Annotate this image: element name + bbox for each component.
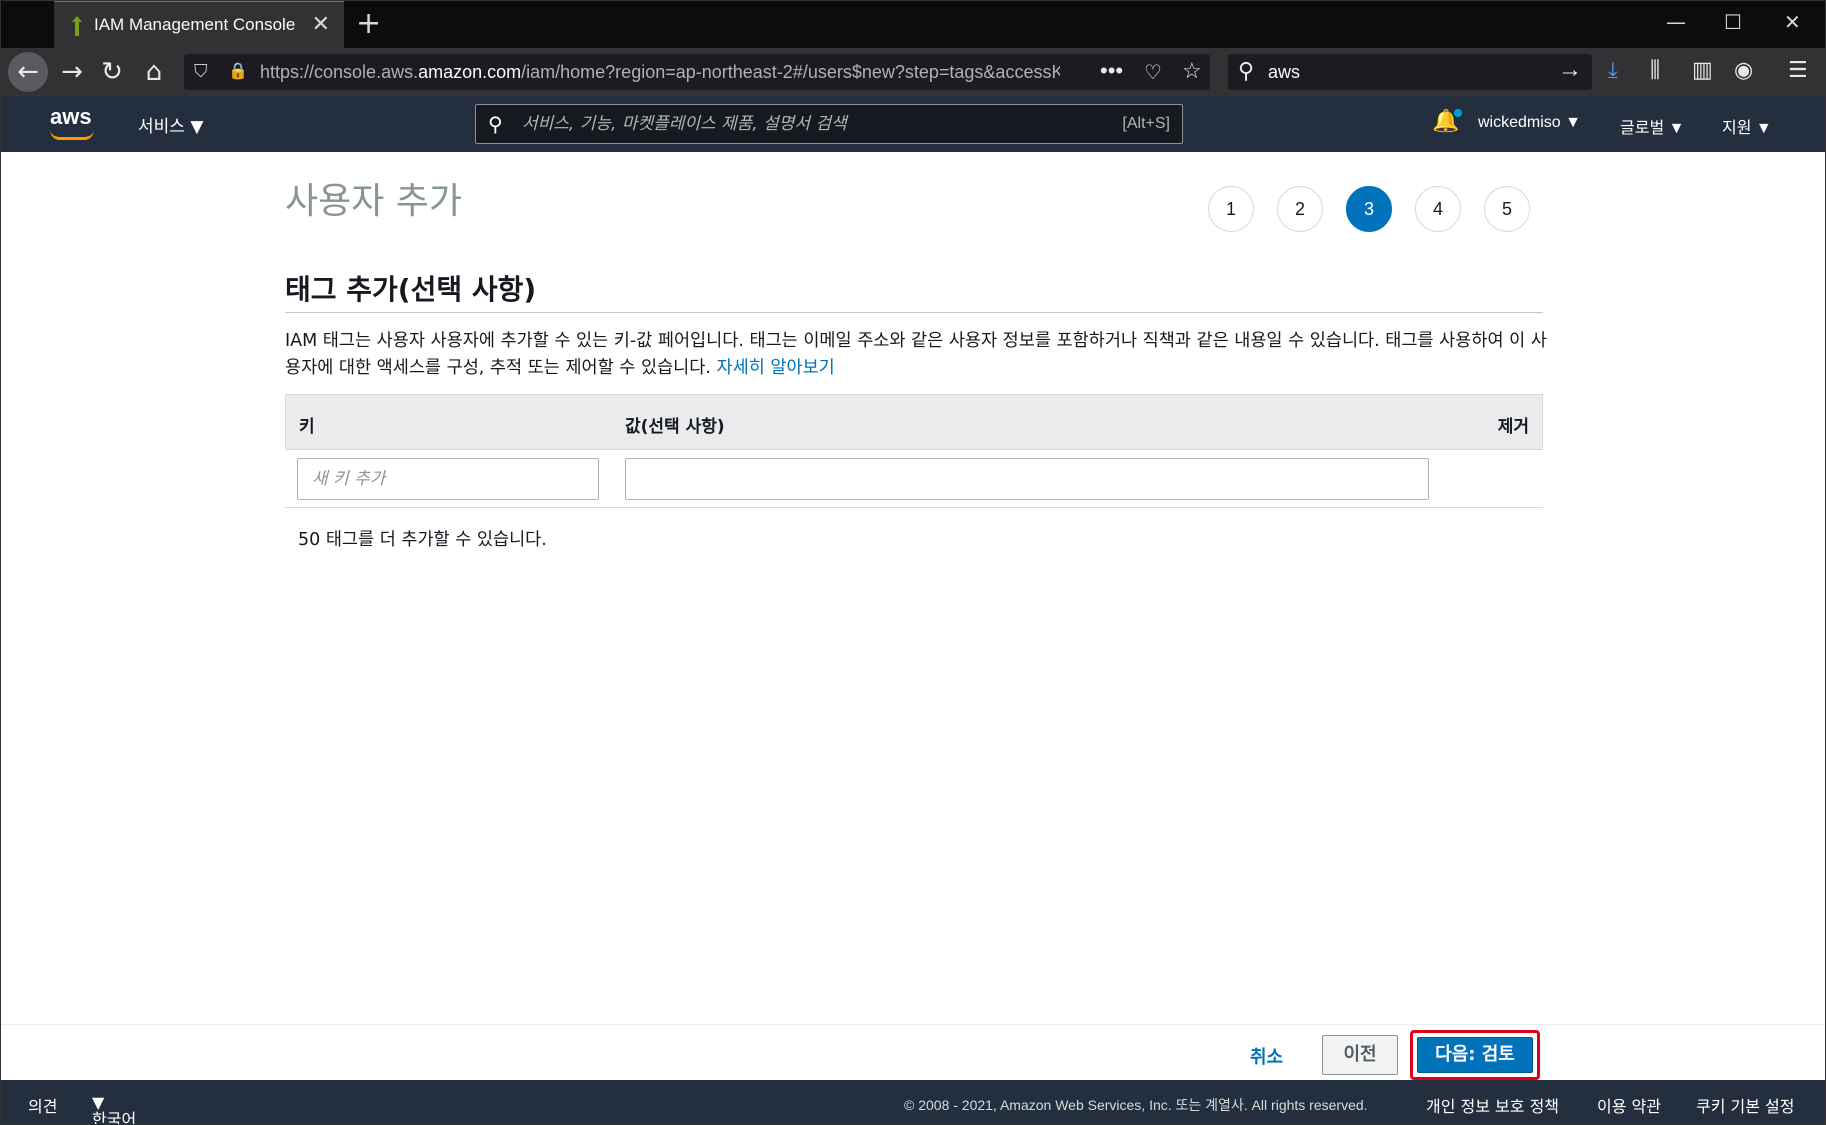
pocket-icon[interactable]: ♡	[1144, 60, 1162, 85]
tag-key-input[interactable]	[297, 458, 599, 500]
bookmark-star-icon[interactable]: ☆	[1182, 58, 1202, 84]
services-menu[interactable]: 서비스 ▼	[138, 112, 203, 137]
aws-favicon-icon	[72, 16, 82, 36]
region-menu[interactable]: 글로벌 ▼	[1620, 114, 1684, 138]
forward-icon[interactable]: →	[54, 56, 90, 88]
column-value: 값(선택 사항)	[625, 417, 725, 437]
wizard-step-3[interactable]: 3	[1346, 186, 1392, 232]
browser-tab[interactable]: IAM Management Console ✕	[54, 0, 344, 48]
account-menu[interactable]: wickedmiso ▼	[1478, 114, 1581, 132]
next-review-button[interactable]: 다음: 검토	[1417, 1037, 1533, 1073]
terms-link[interactable]: 이용 약관	[1597, 1093, 1661, 1117]
page-title: 사용자 추가	[285, 181, 463, 222]
page-actions-icon[interactable]: •••	[1100, 58, 1123, 84]
tags-description: IAM 태그는 사용자 사용자에 추가할 수 있는 키-값 페어입니다. 태그는…	[285, 331, 1547, 378]
url-text: https://console.aws.amazon.com/iam/home?…	[260, 62, 1060, 82]
console-search[interactable]: ⚲ [Alt+S]	[475, 104, 1183, 144]
section-title: 태그 추가(선택 사항)	[285, 273, 537, 306]
language-selector[interactable]: 한국어 ▼	[92, 1093, 136, 1125]
aws-logo[interactable]: aws	[50, 104, 94, 140]
privacy-policy-link[interactable]: 개인 정보 보호 정책	[1426, 1093, 1559, 1117]
search-go-icon[interactable]: →	[1558, 56, 1582, 84]
menu-icon[interactable]: ☰	[1788, 58, 1808, 83]
aws-console-header: aws 서비스 ▼ ⚲ [Alt+S] 🔔 wickedmiso ▼ 글로벌 ▼…	[0, 96, 1826, 152]
tag-value-input[interactable]	[625, 458, 1429, 500]
download-icon[interactable]: ⤓	[1608, 58, 1618, 83]
close-tab-icon[interactable]: ✕	[312, 12, 330, 37]
wizard-action-bar: 취소 이전 다음: 검토	[0, 1024, 1826, 1080]
wizard-step-2[interactable]: 2	[1277, 186, 1323, 232]
search-shortcut: [Alt+S]	[1122, 115, 1170, 132]
console-search-input[interactable]	[522, 111, 1082, 137]
wizard-step-5[interactable]: 5	[1484, 186, 1530, 232]
reload-icon[interactable]: ↻	[94, 56, 130, 88]
notification-bell-icon[interactable]: 🔔	[1432, 109, 1463, 134]
maximize-icon[interactable]: ☐	[1724, 10, 1742, 34]
account-icon[interactable]: ◉	[1734, 58, 1753, 83]
lock-icon[interactable]: 🔒	[228, 61, 248, 81]
feedback-link[interactable]: 의견	[28, 1093, 57, 1117]
search-icon: ⚲	[1238, 58, 1255, 83]
home-icon[interactable]: ⌂	[136, 56, 172, 88]
console-footer: 의견 한국어 ▼ © 2008 - 2021, Amazon Web Servi…	[0, 1080, 1826, 1125]
cookie-preferences-link[interactable]: 쿠키 기본 설정	[1696, 1093, 1795, 1117]
copyright-text: © 2008 - 2021, Amazon Web Services, Inc.…	[904, 1097, 1368, 1113]
browser-toolbar: ← → ↻ ⌂ ⛉ 🔒 https://console.aws.amazon.c…	[0, 48, 1826, 96]
support-menu[interactable]: 지원 ▼	[1722, 114, 1772, 138]
divider	[285, 312, 1543, 313]
previous-button[interactable]: 이전	[1322, 1035, 1398, 1075]
browser-search-value: aws	[1268, 62, 1301, 82]
back-icon[interactable]: ←	[8, 52, 48, 92]
caret-down-icon: ▼	[190, 117, 204, 137]
highlight-box: 다음: 검토	[1410, 1030, 1540, 1080]
cancel-button[interactable]: 취소	[1250, 1043, 1283, 1069]
search-icon: ⚲	[488, 112, 503, 136]
shield-icon[interactable]: ⛉	[194, 61, 208, 82]
column-key: 키	[299, 417, 315, 437]
wizard-step-4[interactable]: 4	[1415, 186, 1461, 232]
minimize-icon[interactable]: —	[1666, 10, 1686, 34]
new-tab-icon[interactable]: +	[356, 6, 381, 41]
remaining-tags-text: 50 태그를 더 추가할 수 있습니다.	[298, 530, 547, 550]
sidebar-icon[interactable]: ▥	[1692, 58, 1713, 83]
address-bar[interactable]: ⛉ 🔒 https://console.aws.amazon.com/iam/h…	[184, 54, 1210, 90]
wizard-step-1[interactable]: 1	[1208, 186, 1254, 232]
column-remove: 제거	[1497, 417, 1529, 437]
close-window-icon[interactable]: ✕	[1784, 10, 1801, 34]
browser-search-bar[interactable]: ⚲ aws →	[1228, 54, 1592, 90]
tags-table-header: 키 값(선택 사항) 제거	[285, 394, 1543, 450]
tab-title: IAM Management Console	[94, 15, 296, 34]
library-icon[interactable]: ⫼	[1650, 58, 1660, 83]
browser-tab-bar: IAM Management Console ✕ + — ☐ ✕	[0, 0, 1826, 48]
tag-row	[285, 450, 1543, 508]
learn-more-link[interactable]: 자세히 알아보기	[717, 358, 835, 378]
